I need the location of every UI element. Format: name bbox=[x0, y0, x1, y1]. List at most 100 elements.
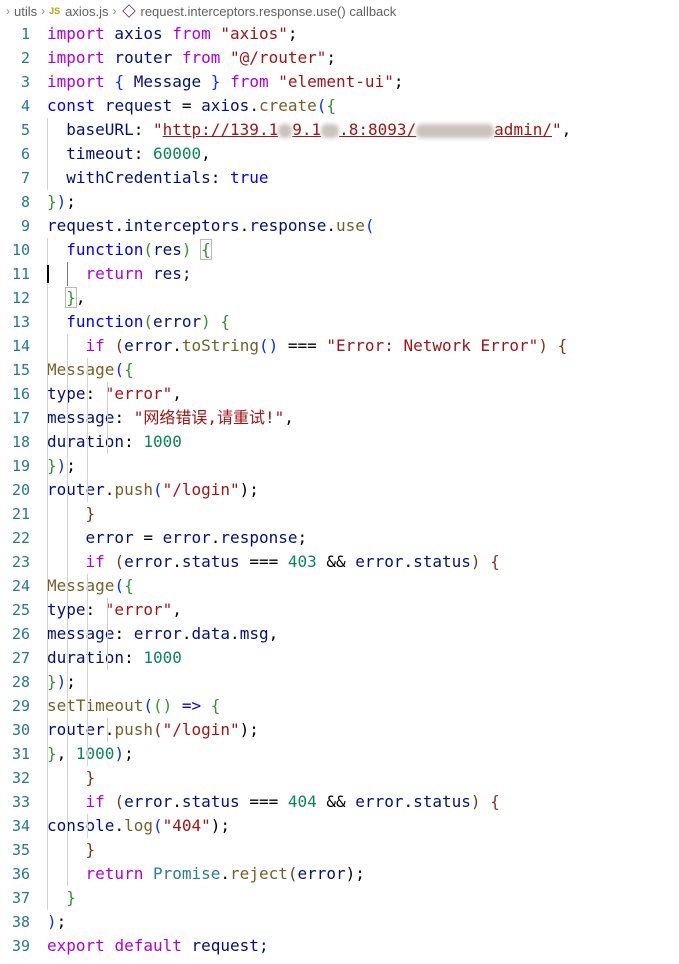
breadcrumb-symbol[interactable]: request.interceptors.response.use() call… bbox=[141, 4, 397, 19]
token: baseURL bbox=[66, 120, 134, 139]
token: ) bbox=[470, 552, 481, 571]
line-number: 25 bbox=[11, 601, 30, 619]
token: message bbox=[47, 408, 115, 427]
token: . bbox=[403, 552, 414, 571]
code-line[interactable]: 4 const request = axios.create({ bbox=[0, 94, 679, 118]
token: ) bbox=[56, 456, 67, 475]
token: toString bbox=[181, 336, 259, 355]
code-line[interactable]: 22 error = error.response; bbox=[0, 526, 679, 550]
code-line[interactable]: 26 message: error.data.msg, bbox=[0, 622, 679, 646]
token: ; bbox=[297, 528, 308, 547]
token: { bbox=[200, 239, 212, 260]
token: "Error: Network Error" bbox=[326, 336, 539, 355]
code-line[interactable]: 38); bbox=[0, 910, 679, 934]
code-line[interactable]: 37 } bbox=[0, 886, 679, 910]
token: } bbox=[47, 192, 57, 211]
code-line[interactable]: 8}); bbox=[0, 190, 679, 214]
code-line[interactable]: 33 if (error.status === 404 && error.sta… bbox=[0, 790, 679, 814]
token: ( bbox=[114, 552, 125, 571]
code-line[interactable]: 20 router.push("/login"); bbox=[0, 478, 679, 502]
code-line[interactable]: 16type: "error", bbox=[0, 382, 679, 406]
redacted-block bbox=[321, 123, 340, 138]
line-number: 35 bbox=[11, 841, 30, 859]
code-line[interactable]: 17 message: "网络错误,请重试!", bbox=[0, 406, 679, 430]
token: from bbox=[172, 24, 211, 43]
code-line[interactable]: 14 if (error.toString() === "Error: Netw… bbox=[0, 334, 679, 358]
url-link[interactable]: admin/ bbox=[494, 120, 552, 139]
token: request; bbox=[181, 936, 269, 955]
token: { bbox=[490, 792, 500, 811]
code-line[interactable]: 18 duration: 1000 bbox=[0, 430, 679, 454]
token: Message bbox=[47, 576, 115, 595]
token: error bbox=[162, 528, 211, 547]
token: { bbox=[124, 576, 134, 595]
code-line[interactable]: 9 request.interceptors.response.use( bbox=[0, 214, 679, 238]
token: ( bbox=[152, 480, 163, 499]
line-number: 22 bbox=[11, 529, 30, 547]
code-line[interactable]: 5 baseURL: "http://139.1 9.1.8:8093/admin… bbox=[0, 118, 679, 142]
code-editor[interactable]: › utils › JS axios.js › request.intercep… bbox=[0, 0, 679, 964]
code-line[interactable]: 25type: "error", bbox=[0, 598, 679, 622]
code-line[interactable]: 21 } bbox=[0, 502, 679, 526]
token: ( bbox=[143, 696, 153, 715]
token: ) bbox=[114, 744, 125, 763]
code-line[interactable]: 3 import { Message } from "element-ui"; bbox=[0, 70, 679, 94]
token: ); bbox=[239, 480, 259, 499]
url-link[interactable]: 9.1 bbox=[292, 120, 321, 139]
token: withCredentials bbox=[66, 168, 211, 187]
breadcrumb: › utils › JS axios.js › request.intercep… bbox=[0, 0, 679, 22]
code-line[interactable]: 31}, 1000); bbox=[0, 742, 679, 766]
token: . bbox=[230, 624, 240, 643]
code-area[interactable]: 1 import axios from "axios"; 2 import rout… bbox=[0, 22, 679, 958]
token: ) bbox=[56, 672, 67, 691]
breadcrumb-file[interactable]: axios.js bbox=[65, 4, 108, 19]
code-line[interactable]: 6 timeout: 60000, bbox=[0, 142, 679, 166]
token: : bbox=[124, 648, 144, 667]
token: return bbox=[85, 264, 144, 283]
token: reject bbox=[230, 864, 288, 883]
code-line[interactable]: 30 router.push("/login"); bbox=[0, 718, 679, 742]
token: ( bbox=[152, 720, 163, 739]
code-line[interactable]: 11 return res; bbox=[0, 262, 679, 286]
token: import bbox=[47, 72, 105, 91]
url-link[interactable]: .8:8093/ bbox=[339, 120, 416, 139]
url-link[interactable]: http://139.1 bbox=[163, 120, 279, 139]
token: 60000 bbox=[152, 144, 202, 163]
code-line[interactable]: 36 return Promise.reject(error); bbox=[0, 862, 679, 886]
token: "error" bbox=[104, 600, 173, 619]
code-line[interactable]: 23 if (error.status === 403 && error.sta… bbox=[0, 550, 679, 574]
code-line[interactable]: 10 function(res) { bbox=[0, 238, 679, 262]
code-line[interactable]: 15 Message({ bbox=[0, 358, 679, 382]
token: "网络错误,请重试!" bbox=[133, 408, 285, 427]
code-line[interactable]: 27 duration: 1000 bbox=[0, 646, 679, 670]
code-line[interactable]: 24 Message({ bbox=[0, 574, 679, 598]
token: ( bbox=[114, 792, 125, 811]
code-line[interactable]: 32 } bbox=[0, 766, 679, 790]
code-line[interactable]: 39 export default request; bbox=[0, 934, 679, 958]
code-line[interactable]: 35 } bbox=[0, 838, 679, 862]
code-line[interactable]: 28}); bbox=[0, 670, 679, 694]
code-line[interactable]: 12 }, bbox=[0, 286, 679, 310]
code-line[interactable]: 1 import axios from "axios"; bbox=[0, 22, 679, 46]
code-line[interactable]: 7 withCredentials: true bbox=[0, 166, 679, 190]
token: message bbox=[47, 624, 115, 643]
code-line[interactable]: 2 import router from "@/router"; bbox=[0, 46, 679, 70]
token: 1000 bbox=[75, 744, 115, 763]
breadcrumb-folder[interactable]: utils bbox=[14, 4, 37, 19]
token: 1000 bbox=[143, 648, 182, 667]
token: if bbox=[85, 552, 105, 571]
code-line[interactable]: 19}); bbox=[0, 454, 679, 478]
token: { bbox=[124, 360, 134, 379]
token: : bbox=[114, 408, 134, 427]
token: use bbox=[336, 216, 365, 235]
token: , bbox=[172, 384, 182, 403]
code-line[interactable]: 34 console.log("404"); bbox=[0, 814, 679, 838]
token: duration bbox=[47, 648, 125, 667]
token: } bbox=[85, 840, 96, 859]
code-line[interactable]: 29 setTimeout(() => { bbox=[0, 694, 679, 718]
code-line[interactable]: 13 function(error) { bbox=[0, 310, 679, 334]
